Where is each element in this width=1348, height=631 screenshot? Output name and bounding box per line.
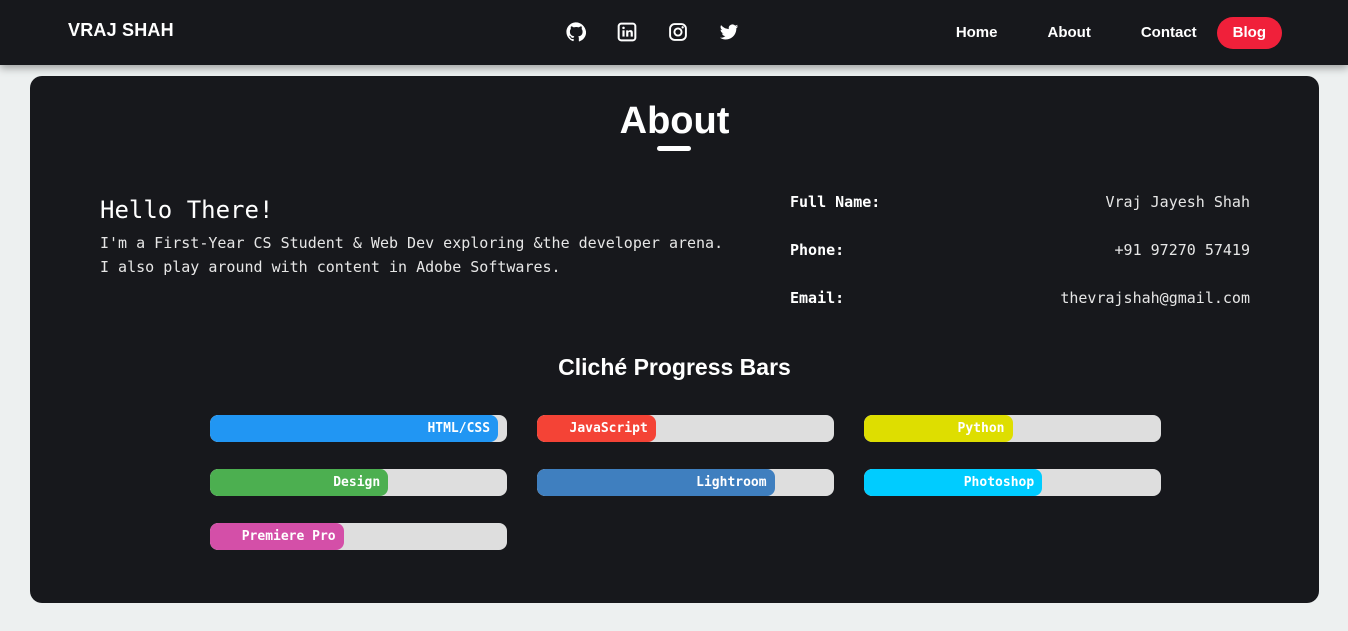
- progress-fill-javascript: JavaScript: [537, 415, 656, 442]
- progress-fill-design: Design: [210, 469, 389, 496]
- brand-logo[interactable]: VRAJ SHAH: [68, 20, 174, 41]
- nav-blog-button[interactable]: Blog: [1216, 17, 1282, 49]
- info-row-full-name: Full Name: Vraj Jayesh Shah: [790, 193, 1250, 241]
- info-row-phone: Phone: +91 97270 57419: [790, 241, 1250, 289]
- progress-fill-lightroom: Lightroom: [537, 469, 775, 496]
- progress-bar-premiere-pro: Premiere Pro: [210, 523, 507, 550]
- main-nav: Home About Contact Blog: [956, 17, 1282, 49]
- linkedin-icon[interactable]: [617, 22, 637, 42]
- full-name-label: Full Name:: [790, 193, 881, 211]
- phone-value: +91 97270 57419: [1114, 241, 1250, 259]
- nav-contact-link[interactable]: Contact: [1141, 17, 1197, 49]
- phone-label: Phone:: [790, 241, 845, 259]
- github-icon[interactable]: [566, 22, 586, 42]
- full-name-value: Vraj Jayesh Shah: [1105, 193, 1251, 211]
- info-row-email: Email: thevrajshah@gmail.com: [790, 289, 1250, 337]
- progress-fill-html-css: HTML/CSS: [210, 415, 499, 442]
- email-label: Email:: [790, 289, 845, 307]
- contact-info: Full Name: Vraj Jayesh Shah Phone: +91 9…: [790, 193, 1250, 337]
- nav-home-link[interactable]: Home: [956, 17, 998, 49]
- top-navbar: VRAJ SHAH Home About Contact Blog: [0, 0, 1348, 65]
- greeting-heading: Hello There!: [100, 196, 274, 224]
- progress-bars-title: Cliché Progress Bars: [558, 354, 791, 380]
- progress-fill-photoshop: Photoshop: [864, 469, 1043, 496]
- instagram-icon[interactable]: [668, 22, 688, 42]
- progress-bar-javascript: JavaScript: [537, 415, 834, 442]
- progress-bar-design: Design: [210, 469, 507, 496]
- progress-fill-premiere-pro: Premiere Pro: [210, 523, 344, 550]
- nav-about-link[interactable]: About: [1048, 17, 1091, 49]
- email-value: thevrajshah@gmail.com: [1060, 289, 1250, 307]
- bio-text: I'm a First-Year CS Student & Web Dev ex…: [100, 234, 724, 276]
- progress-bar-html-css: HTML/CSS: [210, 415, 507, 442]
- twitter-icon[interactable]: [719, 22, 739, 42]
- progress-bar-photoshop: Photoshop: [864, 469, 1161, 496]
- title-underline: [657, 146, 691, 151]
- progress-bar-lightroom: Lightroom: [537, 469, 834, 496]
- about-section: About Hello There! I'm a First-Year CS S…: [30, 76, 1319, 603]
- progress-bars-grid: HTML/CSS JavaScript Python Design Lightr…: [210, 415, 1161, 550]
- social-links: [566, 22, 739, 42]
- progress-fill-python: Python: [864, 415, 1013, 442]
- progress-bar-python: Python: [864, 415, 1161, 442]
- about-title: About: [619, 100, 730, 142]
